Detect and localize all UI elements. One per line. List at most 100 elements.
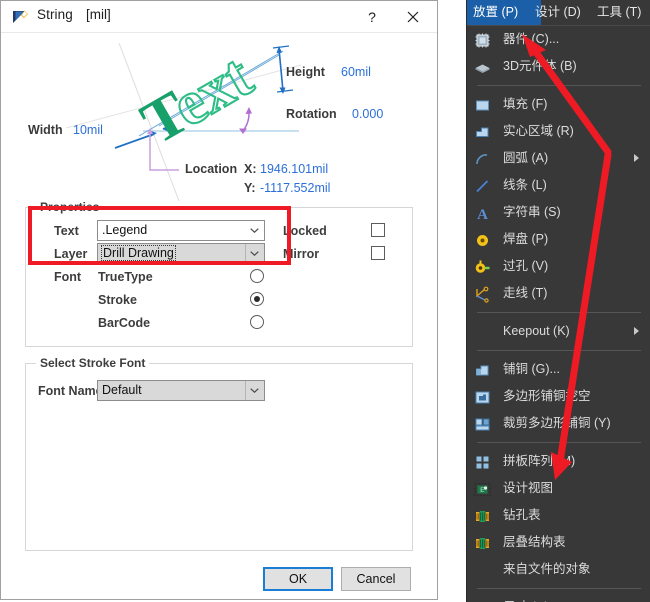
preview-location-y-label: Y: (244, 181, 256, 195)
menu-item-15[interactable]: E 设计视图 (467, 475, 650, 502)
text-input[interactable]: .Legend (97, 220, 265, 241)
preview-rotation-label: Rotation (286, 107, 337, 121)
text-input-value: .Legend (102, 223, 148, 237)
menu-item-8[interactable]: 过孔 (V) (467, 253, 650, 280)
menubar-item-label: 工具 (T) (597, 5, 642, 19)
screenshot-root: String [mil] ? T ext Height 60mil Rotati… (0, 0, 650, 602)
string-preview-diagram: T ext Height 60mil Rotation 0.000 Width … (11, 33, 428, 201)
polygon-split-icon (474, 415, 491, 432)
track-icon (474, 285, 491, 303)
layer-select[interactable]: Drill Drawing (97, 243, 265, 264)
ok-button[interactable]: OK (263, 567, 333, 591)
menu-item-label: 焊盘 (P) (503, 232, 549, 246)
altium-string-icon (12, 9, 29, 25)
menu-item-5[interactable]: 线条 (L) (467, 172, 650, 199)
layer-stack-table-icon (474, 534, 491, 551)
menu-item-label: 裁剪多边形铺铜 (Y) (503, 416, 611, 430)
mirror-label: Mirror (283, 247, 320, 261)
menu-item-1[interactable]: 3D元件体 (B) (467, 53, 650, 80)
3d-body-icon (474, 58, 491, 75)
menu-item-16[interactable]: 钻孔表 (467, 502, 650, 529)
select-stroke-font-group: Select Stroke Font Font Name Default (25, 356, 413, 551)
dialog-unit: [mil] (86, 7, 111, 22)
preview-width-label: Width (28, 123, 63, 137)
menu-item-3[interactable]: 实心区域 (R) (467, 118, 650, 145)
font-name-label: Font Name (38, 384, 103, 398)
preview-location-x-value: 1946.101mil (260, 162, 329, 176)
fill-icon (474, 96, 491, 113)
menu-item-label: 设计视图 (503, 481, 554, 495)
menubar-item-label: 设计 (D) (535, 5, 581, 19)
menu-item-17[interactable]: 层叠结构表 (467, 529, 650, 556)
drill-table-icon (474, 507, 491, 524)
submenu-arrow-icon (634, 154, 639, 162)
mirror-checkbox[interactable] (371, 246, 385, 260)
menu-item-6[interactable]: A 字符串 (S) (467, 199, 650, 226)
properties-group-title: Properties (36, 200, 104, 214)
svg-text:E: E (480, 488, 484, 494)
menu-separator (477, 350, 641, 351)
menu-item-19[interactable]: 尺寸 (D) (467, 594, 650, 602)
chevron-down-icon[interactable] (245, 244, 264, 263)
placement-menu-panel: 放置 (P) 设计 (D) 工具 (T) 器件 (C)... 3D元件体 (B) 填充 … (466, 0, 650, 602)
layer-select-value: Drill Drawing (101, 245, 176, 261)
menu-item-14[interactable]: 拼板阵列 (M) (467, 448, 650, 475)
font-option-barcode-radio[interactable] (250, 315, 264, 329)
font-option-stroke-radio[interactable] (250, 292, 264, 306)
menu-item-label: 铺铜 (G)... (503, 362, 560, 376)
submenu-arrow-icon (634, 327, 639, 335)
menu-item-2[interactable]: 填充 (F) (467, 91, 650, 118)
menu-item-label: 来自文件的对象 (503, 562, 591, 576)
menu-separator (477, 442, 641, 443)
menu-item-0[interactable]: 器件 (C)... (467, 26, 650, 53)
chevron-down-icon[interactable] (246, 221, 264, 240)
polygon-pour-icon (474, 361, 491, 378)
font-field-label: Font (54, 270, 82, 284)
locked-label: Locked (283, 224, 327, 238)
preview-location-label: Location (185, 162, 238, 176)
via-icon (474, 258, 491, 275)
menu-item-12[interactable]: 多边形铺铜挖空 (467, 383, 650, 410)
menu-item-13[interactable]: 裁剪多边形铺铜 (Y) (467, 410, 650, 437)
font-option-truetype-radio[interactable] (250, 269, 264, 283)
menu-item-10[interactable]: Keepout (K) (467, 318, 650, 345)
menu-item-7[interactable]: 焊盘 (P) (467, 226, 650, 253)
select-stroke-font-title: Select Stroke Font (36, 356, 150, 370)
design-view-icon: E (474, 480, 491, 497)
font-name-select[interactable]: Default (97, 380, 265, 401)
menu-item-label: 过孔 (V) (503, 259, 549, 273)
menu-item-label: 实心区域 (R) (503, 124, 574, 138)
menu-separator (477, 312, 641, 313)
dialog-titlebar: String [mil] ? (1, 1, 437, 33)
menu-item-label: 填充 (F) (503, 97, 548, 111)
locked-checkbox[interactable] (371, 223, 385, 237)
line-icon (474, 177, 491, 194)
font-option-barcode-label: BarCode (98, 316, 151, 330)
menu-item-label: 拼板阵列 (M) (503, 454, 576, 468)
component-icon (474, 31, 491, 48)
menu-item-11[interactable]: 铺铜 (G)... (467, 356, 650, 383)
font-option-truetype-label: TrueType (98, 270, 153, 284)
panel-array-icon (474, 453, 491, 470)
menu-item-4[interactable]: 圆弧 (A) (467, 145, 650, 172)
menu-item-18[interactable]: 来自文件的对象 (467, 556, 650, 583)
menu-item-label: 钻孔表 (503, 508, 541, 522)
text-field-label: Text (54, 224, 79, 238)
help-button[interactable]: ? (359, 5, 385, 29)
menu-item-label: 尺寸 (D) (503, 594, 549, 602)
menu-dropdown: 器件 (C)... 3D元件体 (B) 填充 (F) 实心区域 (R) 圆弧 (A) 线条… (467, 25, 650, 602)
polygon-cutout-icon (474, 388, 491, 405)
menu-item-9[interactable]: 走线 (T) (467, 280, 650, 307)
menubar-item-2[interactable]: 工具 (T) (591, 0, 650, 25)
menu-item-label: 圆弧 (A) (503, 151, 549, 165)
preview-location-y-value: -1117.552mil (260, 181, 331, 195)
preview-rotation-value: 0.000 (352, 107, 384, 121)
menu-item-label: 多边形铺铜挖空 (503, 389, 591, 403)
chevron-down-icon[interactable] (245, 381, 264, 400)
layer-field-label: Layer (54, 247, 88, 261)
cancel-button[interactable]: Cancel (341, 567, 411, 591)
close-icon[interactable] (399, 5, 427, 29)
dialog-title: String (37, 7, 73, 22)
menubar: 放置 (P) 设计 (D) 工具 (T) (467, 0, 650, 25)
menu-item-label: 线条 (L) (503, 178, 547, 192)
